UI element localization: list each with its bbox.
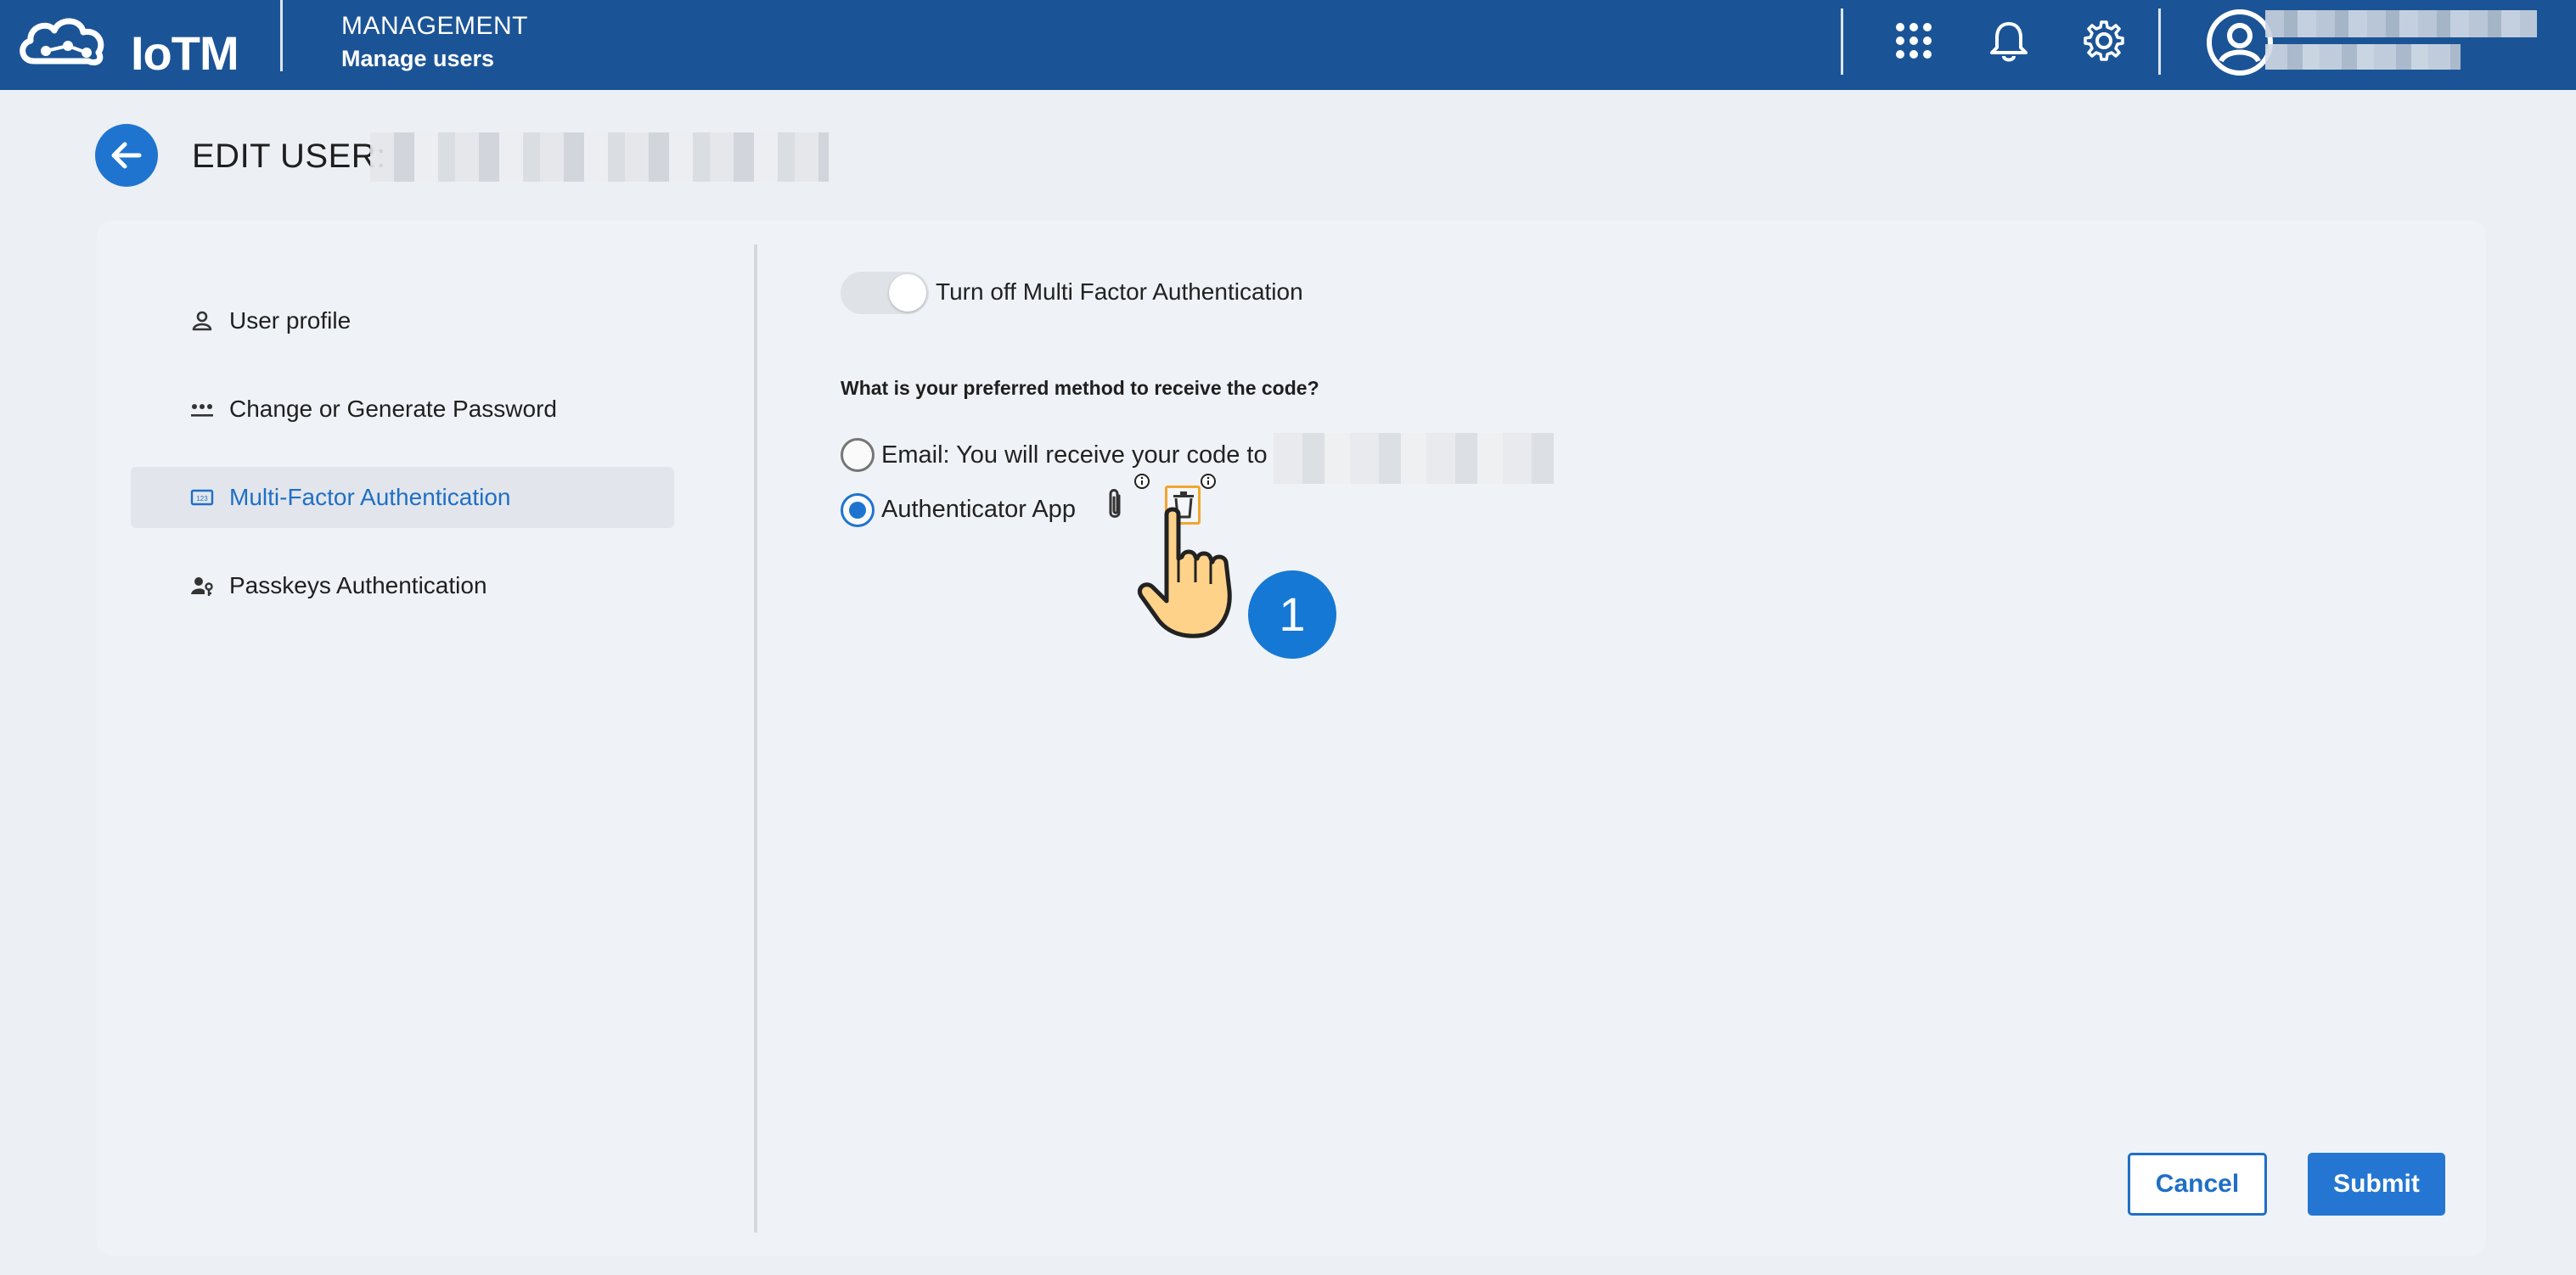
authenticator-app-radio[interactable] [841,493,875,527]
email-radio[interactable] [841,438,875,472]
person-icon [192,311,212,331]
cancel-button[interactable]: Cancel [2128,1153,2267,1216]
redacted-username [370,132,829,182]
sidebar-item-user-profile[interactable]: User profile [131,290,674,351]
mfa-toggle[interactable] [841,272,929,314]
redacted-user-name [2265,10,2537,37]
sidebar-item-change-password[interactable]: Change or Generate Password [131,379,674,440]
apps-grid-icon[interactable] [1892,19,1936,63]
mfa-toggle-label: Turn off Multi Factor Authentication [936,278,1303,305]
gear-icon[interactable] [2082,19,2126,63]
section-subtitle: Manage users [341,46,495,71]
sidebar-item-mfa[interactable]: 123 Multi-Factor Authentication [131,467,674,528]
page-title: EDIT USER: [192,138,386,175]
app-name: IoTM [131,26,239,80]
info-icon[interactable] [1133,472,1151,491]
user-key-icon [191,577,213,596]
top-header: IoTM MANAGEMENT Manage users [0,0,2576,90]
redacted-user-role [2265,44,2461,70]
iotm-logo[interactable]: IoTM [15,12,239,80]
authenticator-app-label: Authenticator App [881,496,1076,523]
email-option-label: Email: You will receive your code to [881,441,1268,469]
submit-button[interactable]: Submit [2308,1153,2445,1216]
sidebar-item-label: Multi-Factor Authentication [229,484,511,510]
bell-icon[interactable] [1987,19,2031,63]
section-divider [754,244,757,1233]
header-divider [280,0,283,71]
arrow-left-icon [111,142,142,169]
step-badge: 1 [1248,570,1336,659]
sidebar-item-label: User profile [229,307,352,334]
paperclip-icon[interactable] [1104,487,1128,523]
header-divider [1841,8,1843,75]
method-question: What is your preferred method to receive… [841,377,1319,399]
password-dots-icon [191,404,213,417]
back-button[interactable] [95,124,158,187]
info-icon[interactable] [1199,472,1218,491]
toggle-knob [889,274,926,312]
number-pad-icon: 123 [190,489,214,506]
redacted-email [1274,433,1554,484]
cloud-network-icon [20,18,104,66]
header-divider [2158,8,2161,75]
sidebar-item-label: Change or Generate Password [229,396,557,422]
pointing-hand-icon [1138,507,1232,638]
sidebar-item-label: Passkeys Authentication [229,572,487,598]
sidebar-item-passkeys[interactable]: Passkeys Authentication [131,555,674,616]
svg-text:123: 123 [196,495,208,503]
section-title: MANAGEMENT [341,12,529,40]
